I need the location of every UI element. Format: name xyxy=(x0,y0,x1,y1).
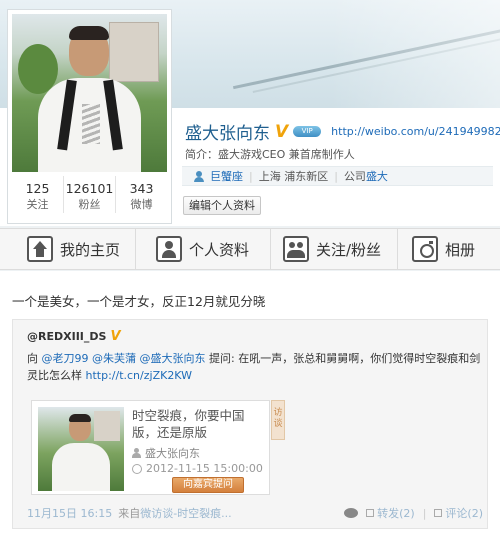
divider: | xyxy=(249,169,253,183)
card-thumbnail[interactable] xyxy=(38,407,124,491)
camera-icon xyxy=(412,236,438,262)
repost-actions: 转发(2) | 评论(2) xyxy=(344,505,483,521)
interview-card[interactable]: 时空裂痕，你要中国版，还是原版 盛大张向东 2012-11-15 15:00:0… xyxy=(31,400,270,495)
speaker-icon[interactable] xyxy=(344,508,359,518)
nav-album[interactable]: 相册 xyxy=(398,229,500,269)
verified-icon[interactable]: V xyxy=(275,122,288,142)
person-icon xyxy=(156,236,182,262)
short-link[interactable]: http://t.cn/zjZK2KW xyxy=(86,369,193,382)
home-icon xyxy=(27,236,53,262)
forward-icon xyxy=(366,509,375,517)
company-link[interactable]: 盛大 xyxy=(366,168,388,184)
nav-my-home[interactable]: 我的主页 xyxy=(0,229,136,269)
zodiac-link[interactable]: 巨蟹座 xyxy=(210,168,243,184)
repost-box: @REDXIII_DS V 向 @老刀99 @朱芙蒲 @盛大张向东 提问: 在吼… xyxy=(12,319,488,529)
feed-content: 一个是美女，一个是才女，反正12月就见分晓 @REDXIII_DS V 向 @老… xyxy=(0,271,500,537)
nav-label: 个人资料 xyxy=(189,240,250,259)
stat-label: 粉丝 xyxy=(78,198,101,211)
profile-url-link[interactable]: http://weibo.com/u/2419499821 xyxy=(331,125,500,138)
repost-footer: 11月15日 16:15 来自 微访谈-时空裂痕... 转发(2) | 评论(2… xyxy=(27,503,483,523)
profile-name[interactable]: 盛大张向东 xyxy=(185,119,270,144)
stat-number: 125 xyxy=(25,181,50,196)
ask-guest-button[interactable]: 向嘉宾提问 xyxy=(172,477,244,493)
card-time: 2012-11-15 15:00:00 xyxy=(132,462,263,475)
stat-posts[interactable]: 343 微博 xyxy=(116,176,167,213)
nav-label: 相册 xyxy=(445,240,476,259)
bio-label: 简介： xyxy=(185,148,218,161)
location-text: 上海 浦东新区 xyxy=(258,170,329,183)
person-icon xyxy=(132,448,141,458)
card-time-text: 2012-11-15 15:00:00 xyxy=(146,462,263,475)
nav-follow-fans[interactable]: 关注/粉丝 xyxy=(271,229,398,269)
nav-label: 我的主页 xyxy=(60,240,121,259)
repost-time[interactable]: 11月15日 16:15 xyxy=(27,505,112,521)
card-author-name: 盛大张向东 xyxy=(145,447,200,460)
from-label: 来自 xyxy=(118,507,141,520)
profile-nav: 我的主页 个人资料 关注/粉丝 相册 xyxy=(0,228,500,270)
stat-label: 微博 xyxy=(130,198,153,211)
cover-decoration xyxy=(330,0,500,108)
repost-mentions[interactable]: @老刀99 @朱芙蒲 @盛大张向东 xyxy=(42,352,206,365)
vip-badge-icon[interactable]: VIP xyxy=(293,126,322,137)
nav-label: 关注/粉丝 xyxy=(316,240,382,259)
clock-icon xyxy=(132,463,142,474)
repost-body: 向 @老刀99 @朱芙蒲 @盛大张向东 提问: 在吼一声，张总和舅舅啊，你们觉得… xyxy=(27,350,482,384)
verified-icon: V xyxy=(110,329,121,344)
divider: | xyxy=(334,169,338,183)
people-icon xyxy=(283,236,309,262)
comment-icon xyxy=(434,509,443,517)
divider: | xyxy=(422,506,427,520)
repost-prefix: 向 xyxy=(27,352,42,365)
interview-tag: 访谈 xyxy=(271,400,285,440)
stat-following[interactable]: 125 关注 xyxy=(12,176,64,213)
edit-profile-button[interactable]: 编辑个人资料 xyxy=(183,196,261,215)
company-label: 公司 xyxy=(343,170,366,183)
person-icon xyxy=(194,170,204,182)
profile-bio: 简介：盛大游戏CEO 兼首席制作人 xyxy=(185,146,355,162)
card-title[interactable]: 时空裂痕，你要中国版，还是原版 xyxy=(132,407,268,441)
comment-link[interactable]: 评论(2) xyxy=(445,505,483,521)
post-text: 一个是美女，一个是才女，反正12月就见分晓 xyxy=(12,294,266,309)
stat-followers[interactable]: 126101 粉丝 xyxy=(64,176,116,213)
repost-header: @REDXIII_DS V xyxy=(27,329,121,344)
profile-stats: 125 关注 126101 粉丝 343 微博 xyxy=(12,176,167,213)
profile-info-bar: 巨蟹座 | 上海 浦东新区 | 公司 盛大 xyxy=(182,166,493,186)
stat-number: 343 xyxy=(129,181,154,196)
avatar-card: 125 关注 126101 粉丝 343 微博 xyxy=(7,9,172,224)
repost-username[interactable]: @REDXIII_DS xyxy=(27,330,106,343)
forward-link[interactable]: 转发(2) xyxy=(377,505,415,521)
bio-text: 盛大游戏CEO 兼首席制作人 xyxy=(218,148,355,161)
stat-label: 关注 xyxy=(26,198,49,211)
nav-profile-info[interactable]: 个人资料 xyxy=(136,229,271,269)
stat-number: 126101 xyxy=(65,181,114,196)
avatar[interactable] xyxy=(12,14,167,172)
card-author: 盛大张向东 xyxy=(132,445,200,461)
profile-name-row: 盛大张向东 V VIP http://weibo.com/u/241949982… xyxy=(185,119,500,145)
source-link[interactable]: 微访谈-时空裂痕... xyxy=(140,505,231,521)
